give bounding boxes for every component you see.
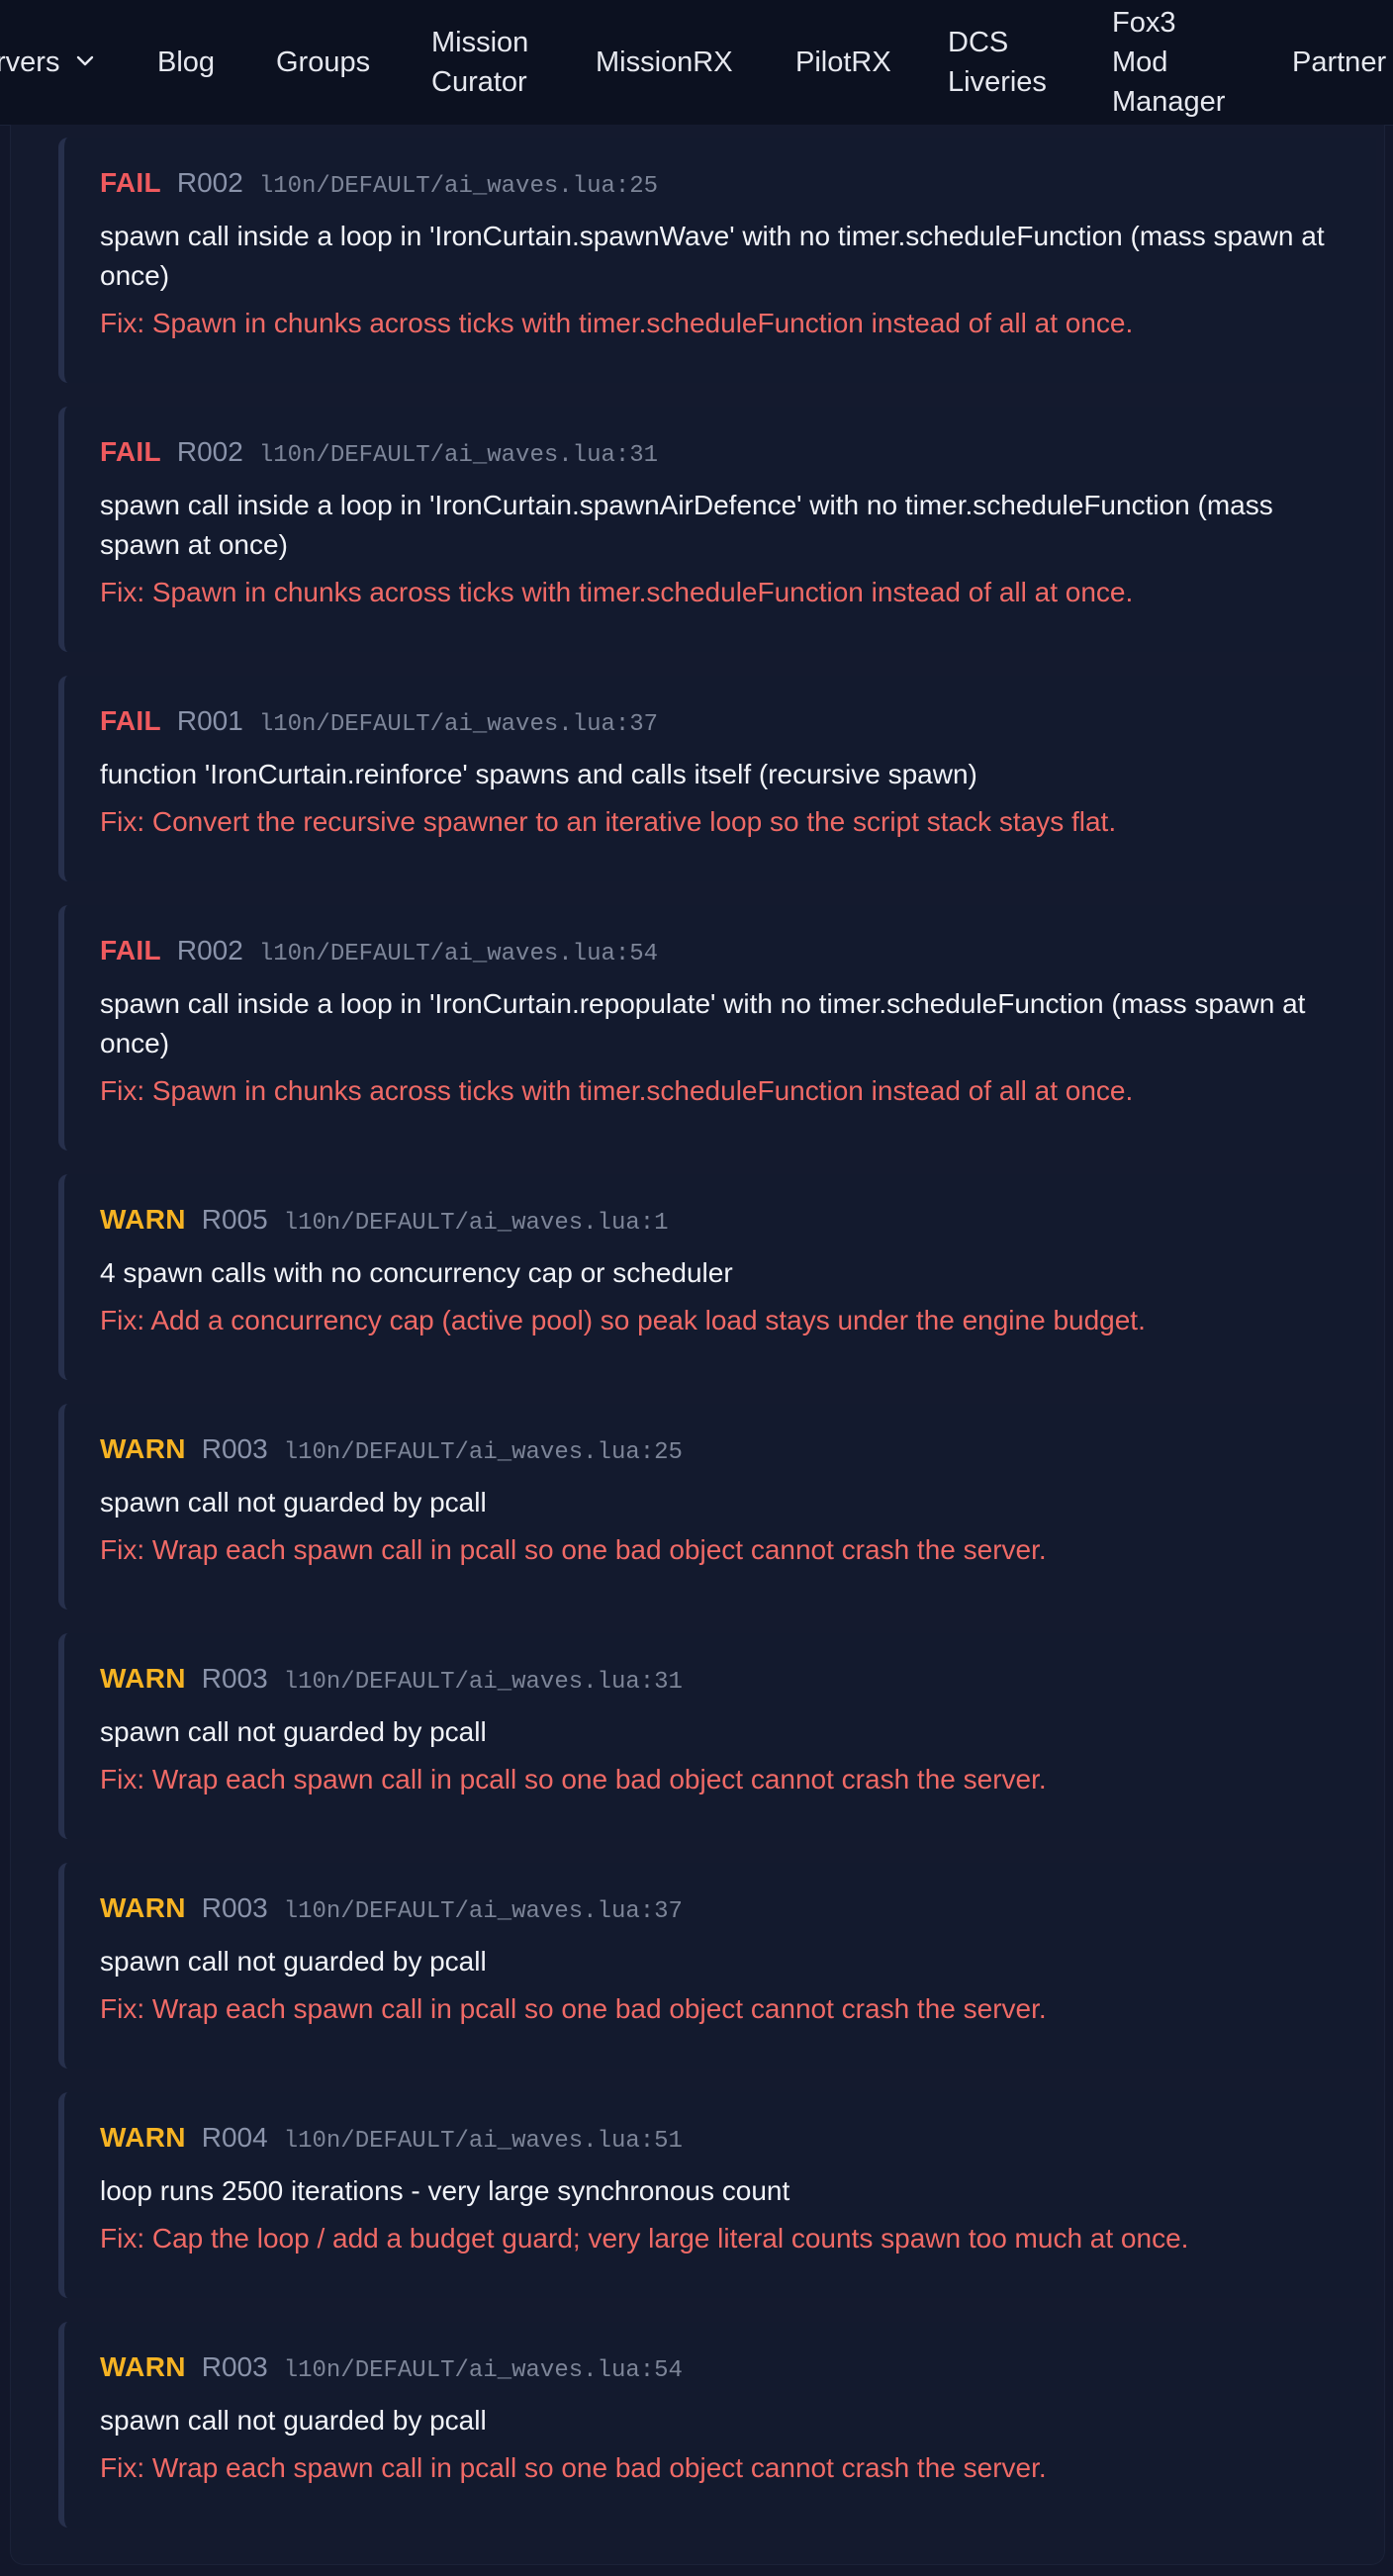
severity-badge: FAIL [100,935,161,966]
nav-item-fox3-mod-manager[interactable]: Fox3 Mod Manager [1112,3,1225,122]
fix-suggestion: Fix: Wrap each spawn call in pcall so on… [100,1764,1047,1794]
nav-item-missionrx[interactable]: MissionRX [596,43,733,82]
issue-card: FAIL R002 l10n/DEFAULT/ai_waves.lua:31 s… [58,407,1376,652]
fix-suggestion: Fix: Cap the loop / add a budget guard; … [100,2223,1189,2254]
file-location: l10n/DEFAULT/ai_waves.lua:54 [283,2357,683,2384]
issue-message: spawn call inside a loop in 'IronCurtain… [100,221,1325,291]
nav-item-label: rvers [0,46,60,78]
issue-message: spawn call not guarded by pcall [100,1946,487,1977]
issue-card: WARN R003 l10n/DEFAULT/ai_waves.lua:37 s… [58,1863,1376,2069]
issue-header: FAIL R001 l10n/DEFAULT/ai_waves.lua:37 [100,705,1356,745]
nav-item-dcs-liveries[interactable]: DCS Liveries [948,23,1070,102]
severity-badge: WARN [100,1433,186,1464]
fix-suggestion: Fix: Spawn in chunks across ticks with t… [100,308,1134,338]
issue-message: spawn call not guarded by pcall [100,1487,487,1518]
file-location: l10n/DEFAULT/ai_waves.lua:25 [258,173,659,200]
file-location: l10n/DEFAULT/ai_waves.lua:37 [283,1898,683,1925]
rule-code: R003 [201,2351,268,2382]
severity-badge: WARN [100,2122,186,2153]
fix-suggestion: Fix: Wrap each spawn call in pcall so on… [100,1993,1047,2024]
nav-item-blog[interactable]: Blog [157,43,215,82]
issue-card: WARN R003 l10n/DEFAULT/ai_waves.lua:54 s… [58,2322,1376,2528]
rule-code: R005 [201,1204,268,1235]
rule-code: R003 [201,1892,268,1923]
issue-header: FAIL R002 l10n/DEFAULT/ai_waves.lua:25 [100,167,1356,207]
issue-card: FAIL R002 l10n/DEFAULT/ai_waves.lua:25 s… [58,138,1376,383]
rule-code: R003 [201,1433,268,1464]
nav-item-groups[interactable]: Groups [276,43,370,82]
fix-suggestion: Fix: Add a concurrency cap (active pool)… [100,1305,1146,1335]
nav-item-pilotrx[interactable]: PilotRX [795,43,891,82]
severity-badge: WARN [100,1204,186,1235]
file-location: l10n/DEFAULT/ai_waves.lua:51 [283,2128,683,2155]
issue-header: WARN R004 l10n/DEFAULT/ai_waves.lua:51 [100,2122,1356,2162]
fix-suggestion: Fix: Wrap each spawn call in pcall so on… [100,2452,1047,2483]
issue-card: WARN R003 l10n/DEFAULT/ai_waves.lua:31 s… [58,1633,1376,1839]
fix-suggestion: Fix: Convert the recursive spawner to an… [100,806,1117,837]
top-navigation: rvers Blog Groups Mission Curator Missio… [0,0,1393,126]
fix-suggestion: Fix: Wrap each spawn call in pcall so on… [100,1534,1047,1565]
severity-badge: WARN [100,1663,186,1694]
issue-header: FAIL R002 l10n/DEFAULT/ai_waves.lua:54 [100,935,1356,974]
nav-item-servers[interactable]: rvers [0,43,94,82]
issue-message: function 'IronCurtain.reinforce' spawns … [100,759,977,789]
chevron-down-icon [76,56,93,66]
results-panel: FAIL R002 l10n/DEFAULT/ai_waves.lua:25 s… [10,125,1385,2565]
rule-code: R003 [201,1663,268,1694]
file-location: l10n/DEFAULT/ai_waves.lua:1 [283,1210,669,1237]
fix-suggestion: Fix: Spawn in chunks across ticks with t… [100,1075,1134,1106]
severity-badge: FAIL [100,705,161,736]
file-location: l10n/DEFAULT/ai_waves.lua:37 [258,711,659,738]
file-location: l10n/DEFAULT/ai_waves.lua:31 [258,442,659,469]
file-location: l10n/DEFAULT/ai_waves.lua:31 [283,1669,683,1696]
issue-header: WARN R005 l10n/DEFAULT/ai_waves.lua:1 [100,1204,1356,1243]
fix-suggestion: Fix: Spawn in chunks across ticks with t… [100,577,1134,607]
issue-card: WARN R005 l10n/DEFAULT/ai_waves.lua:1 4 … [58,1174,1376,1380]
file-location: l10n/DEFAULT/ai_waves.lua:54 [258,941,659,967]
issue-header: WARN R003 l10n/DEFAULT/ai_waves.lua:37 [100,1892,1356,1932]
issue-header: FAIL R002 l10n/DEFAULT/ai_waves.lua:31 [100,436,1356,476]
issue-header: WARN R003 l10n/DEFAULT/ai_waves.lua:54 [100,2351,1356,2391]
issue-card: FAIL R001 l10n/DEFAULT/ai_waves.lua:37 f… [58,676,1376,881]
issue-card: WARN R003 l10n/DEFAULT/ai_waves.lua:25 s… [58,1404,1376,1610]
rule-code: R002 [176,436,243,467]
rule-code: R001 [176,705,243,736]
issue-card: FAIL R002 l10n/DEFAULT/ai_waves.lua:54 s… [58,905,1376,1150]
issue-message: spawn call not guarded by pcall [100,2405,487,2436]
issue-header: WARN R003 l10n/DEFAULT/ai_waves.lua:25 [100,1433,1356,1473]
nav-item-partner[interactable]: Partner [1292,43,1386,82]
issue-message: loop runs 2500 iterations - very large s… [100,2175,790,2206]
issue-card: WARN R004 l10n/DEFAULT/ai_waves.lua:51 l… [58,2092,1376,2298]
issue-message: 4 spawn calls with no concurrency cap or… [100,1257,733,1288]
issue-header: WARN R003 l10n/DEFAULT/ai_waves.lua:31 [100,1663,1356,1702]
issue-message: spawn call inside a loop in 'IronCurtain… [100,490,1273,560]
rule-code: R004 [201,2122,268,2153]
severity-badge: WARN [100,2351,186,2382]
file-location: l10n/DEFAULT/ai_waves.lua:25 [283,1439,683,1466]
issue-message: spawn call inside a loop in 'IronCurtain… [100,988,1306,1058]
severity-badge: WARN [100,1892,186,1923]
severity-badge: FAIL [100,167,161,198]
nav-item-mission-curator[interactable]: Mission Curator [431,23,560,102]
rule-code: R002 [176,167,243,198]
issue-message: spawn call not guarded by pcall [100,1716,487,1747]
severity-badge: FAIL [100,436,161,467]
rule-code: R002 [176,935,243,966]
